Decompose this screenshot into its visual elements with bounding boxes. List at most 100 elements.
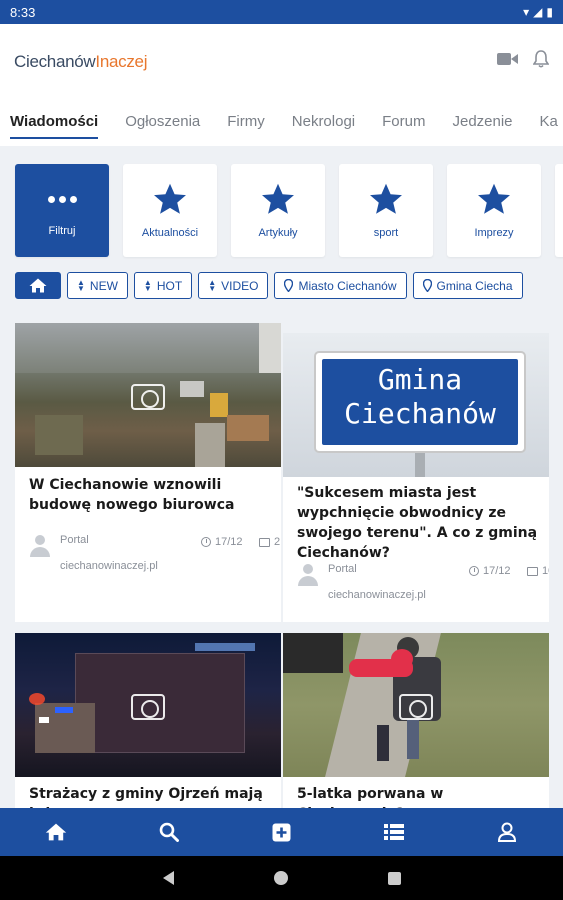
tab-ogloszenia[interactable]: Ogłoszenia bbox=[125, 113, 200, 136]
sort-icon: ▲ ▼ bbox=[77, 277, 85, 293]
chip-hot[interactable]: ▲ ▼ HOT bbox=[133, 272, 193, 299]
chip-miasto-label: Miasto Ciechanów bbox=[298, 278, 397, 293]
filter-card-sport[interactable]: sport bbox=[339, 164, 433, 257]
system-navigation bbox=[0, 856, 563, 900]
author-line2: ciechanowinaczej.pl bbox=[60, 560, 158, 572]
chip-hot-label: HOT bbox=[156, 278, 183, 293]
home-icon bbox=[46, 823, 67, 841]
article-title[interactable]: 5-latka porwana w Ciechanowie? bbox=[297, 784, 537, 808]
author-avatar-icon bbox=[29, 535, 51, 557]
tab-jedzenie[interactable]: Jedzenie bbox=[452, 113, 512, 136]
article-date: 17/12 bbox=[469, 565, 511, 577]
sort-icon: ▲ ▼ bbox=[143, 277, 152, 293]
filter-label: Filtruj bbox=[48, 224, 76, 237]
tag-chips: ▲ ▼ NEW ▲ ▼ HOT ▲ ▼ VIDEO Miasto Ciechanów … bbox=[15, 272, 523, 299]
home-circle-icon[interactable] bbox=[273, 871, 288, 885]
clock-icon bbox=[201, 537, 211, 547]
logo-text-primary: Ciechanów bbox=[14, 52, 96, 71]
article-title[interactable]: Strażacy z gminy Ojrzeń mają już bbox=[29, 784, 269, 808]
sign-line2: Ciechanów bbox=[344, 397, 496, 430]
article-title[interactable]: W Ciechanowie wznowili budowę nowego biu… bbox=[29, 475, 269, 515]
chip-new-label: NEW bbox=[89, 278, 118, 293]
date-text: 17/12 bbox=[215, 536, 243, 548]
comments-count: 2 bbox=[274, 536, 281, 548]
user-icon bbox=[497, 822, 516, 842]
sign-line1: Gmina bbox=[377, 363, 463, 396]
filter-cards: Filtruj Aktualności Artykuły sport Impre… bbox=[15, 164, 563, 258]
logo-text-accent: Inaczej bbox=[95, 52, 148, 71]
bell-icon[interactable] bbox=[533, 50, 549, 68]
chip-gmina-label: Gmina Ciecha bbox=[436, 278, 513, 293]
bottom-navigation bbox=[0, 808, 563, 856]
list-icon bbox=[384, 824, 405, 840]
wifi-icon: ▾ bbox=[523, 5, 530, 19]
filter-card-label: Artykuły bbox=[258, 226, 298, 239]
article-photo-gmina-sign: Gmina Ciechanów bbox=[283, 333, 549, 477]
article-card[interactable]: W Ciechanowie wznowili budowę nowego biu… bbox=[15, 323, 281, 622]
comment-icon bbox=[527, 566, 538, 576]
chip-gmina[interactable]: Gmina Ciecha bbox=[412, 272, 523, 299]
sort-icon: ▲ ▼ bbox=[208, 277, 217, 293]
app-logo[interactable]: CiechanówInaczej bbox=[14, 52, 147, 72]
back-icon[interactable] bbox=[162, 871, 174, 885]
filter-card-partial[interactable] bbox=[555, 164, 563, 257]
article-card[interactable]: 5-latka porwana w Ciechanowie? bbox=[283, 633, 549, 808]
article-meta: Portal ciechanowinaczej.pl 17/12 2 bbox=[29, 527, 280, 572]
nav-profile-button[interactable] bbox=[487, 812, 527, 852]
tab-wiadomosci[interactable]: Wiadomości bbox=[10, 113, 99, 139]
home-icon bbox=[29, 278, 47, 293]
tab-nekrologi[interactable]: Nekrologi bbox=[292, 113, 355, 136]
author-avatar-icon bbox=[297, 564, 319, 586]
nav-home-button[interactable] bbox=[36, 812, 76, 852]
chip-new[interactable]: ▲ ▼ NEW bbox=[67, 272, 128, 299]
chip-miasto[interactable]: Miasto Ciechanów bbox=[274, 272, 407, 299]
filter-card-artykuly[interactable]: Artykuły bbox=[231, 164, 325, 257]
tab-more[interactable]: Ka bbox=[540, 113, 558, 136]
video-camera-icon[interactable] bbox=[497, 52, 519, 66]
star-icon bbox=[262, 183, 294, 214]
filter-button[interactable]: Filtruj bbox=[15, 164, 109, 257]
map-pin-icon bbox=[422, 279, 432, 292]
nav-list-button[interactable] bbox=[374, 812, 414, 852]
filter-card-aktualnosci[interactable]: Aktualności bbox=[123, 164, 217, 257]
article-author: Portal ciechanowinaczej.pl bbox=[60, 527, 158, 579]
chip-video-label: VIDEO bbox=[221, 278, 259, 293]
star-icon bbox=[478, 183, 510, 214]
status-bar: 8:33 ▾ ◢ ▮ bbox=[0, 0, 563, 24]
comment-icon bbox=[259, 537, 270, 547]
tab-firmy[interactable]: Firmy bbox=[227, 113, 265, 136]
camera-icon bbox=[131, 384, 165, 410]
nav-search-button[interactable] bbox=[149, 812, 189, 852]
article-comments: 10 bbox=[527, 565, 549, 577]
recent-apps-icon[interactable] bbox=[387, 871, 401, 885]
article-card[interactable]: Strażacy z gminy Ojrzeń mają już bbox=[15, 633, 281, 808]
article-card[interactable]: Gmina Ciechanów "Sukcesem miasta jest wy… bbox=[283, 333, 549, 622]
battery-icon: ▮ bbox=[546, 5, 553, 19]
star-icon bbox=[154, 183, 186, 214]
more-dots-icon bbox=[47, 185, 77, 215]
article-title[interactable]: "Sukcesem miasta jest wypchnięcie obwodn… bbox=[297, 483, 545, 563]
tab-forum[interactable]: Forum bbox=[382, 113, 425, 136]
add-square-icon bbox=[272, 823, 291, 841]
camera-icon bbox=[399, 694, 433, 720]
filter-card-imprezy[interactable]: Imprezy bbox=[447, 164, 541, 257]
chip-home[interactable] bbox=[15, 272, 61, 299]
clock-icon bbox=[469, 566, 479, 576]
article-author: Portal ciechanowinaczej.pl bbox=[328, 556, 426, 608]
filter-card-label: sport bbox=[373, 226, 399, 239]
article-date: 17/12 bbox=[201, 536, 243, 548]
author-line1: Portal bbox=[328, 563, 357, 575]
signal-icon: ◢ bbox=[533, 5, 543, 19]
camera-icon bbox=[131, 694, 165, 720]
date-text: 17/12 bbox=[483, 565, 511, 577]
status-icons: ▾ ◢ ▮ bbox=[523, 5, 553, 19]
author-line1: Portal bbox=[60, 534, 89, 546]
article-comments: 2 bbox=[259, 536, 280, 548]
filter-card-label: Imprezy bbox=[474, 226, 514, 239]
nav-add-button[interactable] bbox=[261, 812, 301, 852]
star-icon bbox=[370, 183, 402, 214]
filter-card-label: Aktualności bbox=[141, 226, 199, 239]
map-pin-icon bbox=[284, 279, 294, 292]
chip-video[interactable]: ▲ ▼ VIDEO bbox=[198, 272, 269, 299]
status-time: 8:33 bbox=[10, 4, 36, 20]
